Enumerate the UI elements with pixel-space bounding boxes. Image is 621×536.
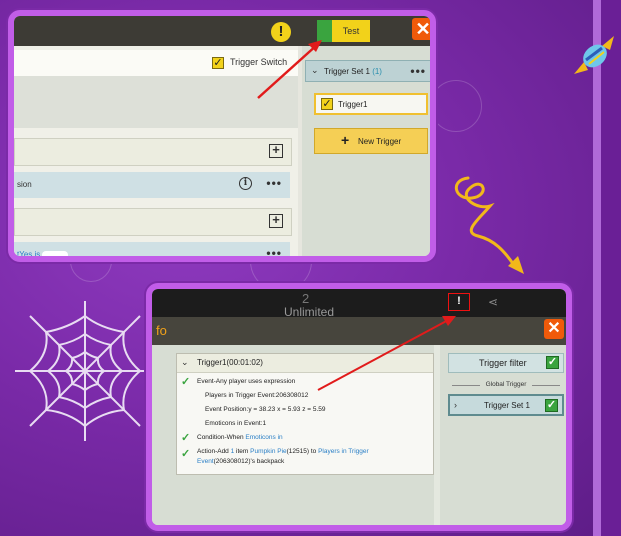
trigger-filter-label: Trigger filter bbox=[479, 358, 527, 368]
global-trigger-heading: Global Trigger bbox=[448, 381, 564, 388]
action-line-2: Event(206308012)'s backpack bbox=[197, 458, 285, 465]
more-options-icon[interactable]: ••• bbox=[266, 246, 282, 256]
dialog-title: fo bbox=[156, 323, 167, 338]
share-icon[interactable]: ⋖ bbox=[488, 295, 498, 309]
check-icon: ✓ bbox=[181, 376, 191, 388]
condition-row[interactable]: tYes is ••• bbox=[14, 242, 290, 256]
event-row-label: sion bbox=[17, 180, 32, 189]
green-indicator bbox=[317, 20, 332, 42]
trigger-set-header[interactable]: ⌄ Trigger Set 1 (1) ••• bbox=[305, 60, 430, 82]
more-options-icon[interactable]: ••• bbox=[410, 64, 426, 78]
condition-row-label: tYes is bbox=[17, 250, 69, 256]
trigger1-label: Trigger1 bbox=[338, 100, 368, 109]
trigger-log-title: Trigger1(00:01:02) bbox=[197, 358, 263, 367]
test-button[interactable]: Test bbox=[332, 20, 370, 42]
chevron-down-icon: ⌄ bbox=[181, 357, 189, 367]
trigger-list-sidebar: ⌄ Trigger Set 1 (1) ••• ✓ Trigger1 + New… bbox=[302, 46, 430, 256]
trigger1-checkbox[interactable]: ✓ bbox=[321, 98, 333, 110]
action-line-1: Action-Add 1 item Pumpkin Pie(12515) to … bbox=[197, 448, 369, 455]
chevron-down-icon: ⌄ bbox=[311, 65, 319, 75]
trigger-editor-panel-top: ! Test ✕ ✓ Trigger Switch + sion i ••• +… bbox=[8, 10, 436, 262]
trigger-log-area: ⌄ Trigger1(00:01:02) ✓ Event-Any player … bbox=[152, 345, 434, 525]
trigger-set-filter-item[interactable]: › Trigger Set 1 ✓ bbox=[448, 394, 564, 416]
plus-icon: + bbox=[341, 132, 350, 148]
squiggle-arrow-icon bbox=[455, 176, 524, 274]
trigger-set-label: Trigger Set 1 (1) bbox=[324, 67, 382, 76]
divider bbox=[532, 385, 560, 386]
background-stripe bbox=[593, 0, 621, 536]
add-event-button[interactable]: + bbox=[269, 143, 283, 158]
trigger-info-panel-bottom: 2 Unlimited ! ⋖ fo ✕ ⌄ Trigger1(00:01:02… bbox=[146, 283, 572, 531]
chevron-right-icon: › bbox=[454, 400, 457, 410]
new-trigger-button[interactable]: + New Trigger bbox=[314, 128, 428, 154]
check-icon: ✓ bbox=[181, 448, 191, 460]
condition-add-row: + bbox=[14, 208, 292, 236]
event-detail-players: Players in Trigger Event:206308012 bbox=[205, 392, 309, 399]
trigger-set-filter-label: Trigger Set 1 bbox=[484, 401, 530, 410]
condition-line: Condition-When Emoticons in bbox=[197, 434, 283, 441]
trigger-switch-row: ✓ Trigger Switch bbox=[14, 50, 298, 77]
event-line: Event-Any player uses expression bbox=[197, 378, 296, 385]
check-icon: ✓ bbox=[181, 432, 191, 444]
event-add-row: + bbox=[14, 138, 292, 166]
divider bbox=[452, 385, 480, 386]
warning-icon[interactable]: ! bbox=[271, 22, 291, 42]
trigger-switch-label: Trigger Switch bbox=[230, 57, 288, 67]
close-icon[interactable]: ✕ bbox=[412, 18, 430, 40]
game-topbar: 2 Unlimited ! ⋖ bbox=[152, 289, 566, 319]
trigger-detail-area: ✓ Trigger Switch + sion i ••• + tYes is … bbox=[14, 46, 298, 256]
add-condition-button[interactable]: + bbox=[269, 213, 283, 228]
new-trigger-label: New Trigger bbox=[358, 137, 402, 146]
trigger-switch-checkbox[interactable]: ✓ bbox=[212, 57, 224, 69]
trigger-log-box: ⌄ Trigger1(00:01:02) ✓ Event-Any player … bbox=[176, 353, 434, 475]
trigger1-item[interactable]: ✓ Trigger1 bbox=[314, 93, 428, 115]
trigger-set-checkbox[interactable]: ✓ bbox=[545, 399, 558, 412]
more-options-icon[interactable]: ••• bbox=[266, 176, 282, 190]
close-icon[interactable]: ✕ bbox=[544, 319, 564, 339]
event-row[interactable]: sion i ••• bbox=[14, 172, 290, 198]
trigger-info-button[interactable]: ! bbox=[448, 293, 470, 311]
bg-bubble bbox=[430, 80, 482, 132]
event-detail-emoticons: Emoticons in Event:1 bbox=[205, 420, 267, 427]
trigger-filter-checkbox[interactable]: ✓ bbox=[546, 356, 559, 369]
event-detail-position: Event Position:y = 38.23 x = 5.93 z = 5.… bbox=[205, 406, 326, 413]
info-icon[interactable]: i bbox=[239, 177, 252, 190]
trigger-filter-header: Trigger filter ✓ bbox=[448, 353, 564, 373]
spiderweb-icon bbox=[15, 301, 155, 441]
dialog-titlebar: fo bbox=[152, 317, 566, 345]
top-toolbar: ! Test ✕ bbox=[14, 16, 430, 46]
redacted-blob bbox=[42, 250, 69, 256]
trigger-log-header[interactable]: ⌄ Trigger1(00:01:02) bbox=[177, 354, 433, 373]
trigger-info-box bbox=[14, 76, 298, 128]
trigger-filter-sidebar: Trigger filter ✓ Global Trigger › Trigge… bbox=[440, 345, 566, 525]
candy-icon bbox=[574, 36, 614, 74]
game-counter: 2 bbox=[302, 291, 310, 306]
